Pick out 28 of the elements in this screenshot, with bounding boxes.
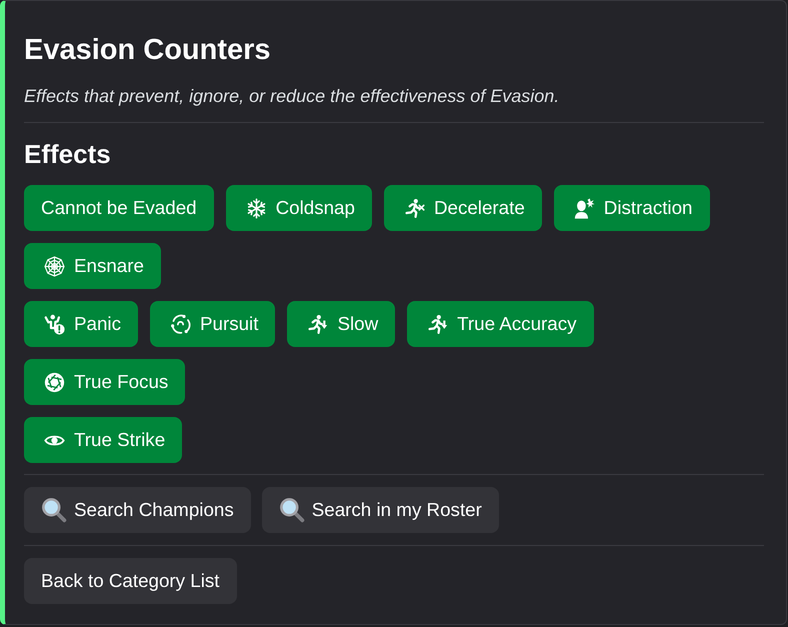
- effect-button[interactable]: True Strike: [24, 417, 182, 463]
- effect-button[interactable]: Slow: [287, 301, 396, 347]
- search-icon: [278, 497, 305, 523]
- effect-button[interactable]: Distraction: [554, 185, 710, 231]
- runner-down-arrow-icon: [427, 314, 448, 334]
- effect-button[interactable]: Panic: [24, 301, 138, 347]
- aperture-icon: [44, 372, 65, 392]
- card-title: Evasion Counters: [24, 33, 271, 68]
- effect-button[interactable]: True Focus: [24, 359, 186, 405]
- effect-button[interactable]: Pursuit: [150, 301, 276, 347]
- spider-web-icon: [44, 256, 65, 276]
- effect-button[interactable]: True Accuracy: [407, 301, 594, 347]
- section-heading: Effects: [24, 138, 111, 170]
- runner-down-arrow-icon: [307, 314, 328, 334]
- search-button[interactable]: Search in my Roster: [262, 487, 499, 533]
- head-silhouette-icon: [574, 198, 595, 218]
- runner-cross-icon: [404, 198, 425, 218]
- effect-button[interactable]: Cannot be Evaded: [24, 185, 214, 231]
- card-description: Effects that prevent, ignore, or reduce the effectiveness of Evasion.: [24, 85, 560, 108]
- effect-button[interactable]: Coldsnap: [226, 185, 372, 231]
- search-icon: [41, 497, 67, 523]
- effect-button[interactable]: Ensnare: [24, 243, 161, 289]
- swirl-icon: [170, 314, 191, 334]
- effect-button[interactable]: Decelerate: [384, 185, 542, 231]
- snowflake-icon: [246, 198, 267, 218]
- figure-alert-icon: [44, 314, 65, 334]
- back-button[interactable]: Back to Category List: [24, 558, 237, 604]
- search-button[interactable]: Search Champions: [24, 487, 251, 533]
